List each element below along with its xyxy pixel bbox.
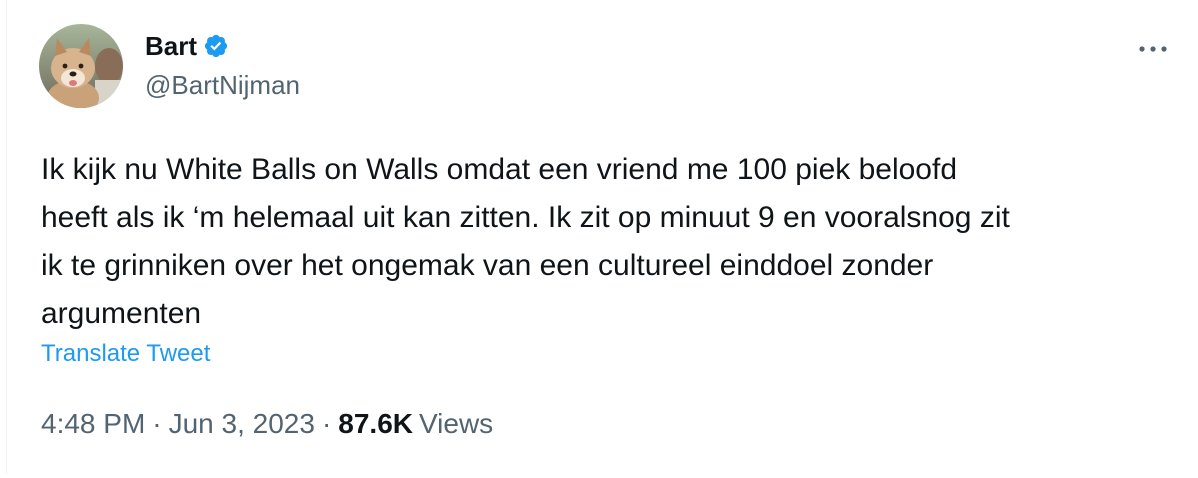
- tweet-time[interactable]: 4:48 PM: [41, 408, 145, 440]
- views-count[interactable]: 87.6K: [338, 408, 413, 440]
- user-handle[interactable]: @BartNijman: [145, 70, 300, 101]
- translate-tweet-link[interactable]: Translate Tweet: [41, 340, 210, 368]
- tweet-date[interactable]: Jun 3, 2023: [169, 408, 315, 440]
- meta-separator: ·: [152, 408, 162, 439]
- more-options-icon: [1139, 46, 1167, 52]
- views-label[interactable]: Views: [419, 408, 493, 440]
- name-row: Bart: [145, 28, 300, 64]
- tweet-card: Bart @BartNijman Ik kijk nu White Balls …: [6, 0, 1196, 474]
- display-name[interactable]: Bart: [145, 31, 197, 62]
- more-options-button[interactable]: [1133, 34, 1173, 64]
- avatar[interactable]: [39, 24, 123, 108]
- dog-avatar-icon: [39, 24, 123, 108]
- user-info: Bart @BartNijman: [145, 28, 300, 101]
- verified-badge-icon[interactable]: [203, 33, 229, 59]
- tweet-text: Ik kijk nu White Balls on Walls omdat ee…: [41, 153, 1010, 330]
- tweet-meta: 4:48 PM · Jun 3, 2023 · 87.6K Views: [41, 408, 493, 440]
- meta-separator: ·: [321, 408, 332, 439]
